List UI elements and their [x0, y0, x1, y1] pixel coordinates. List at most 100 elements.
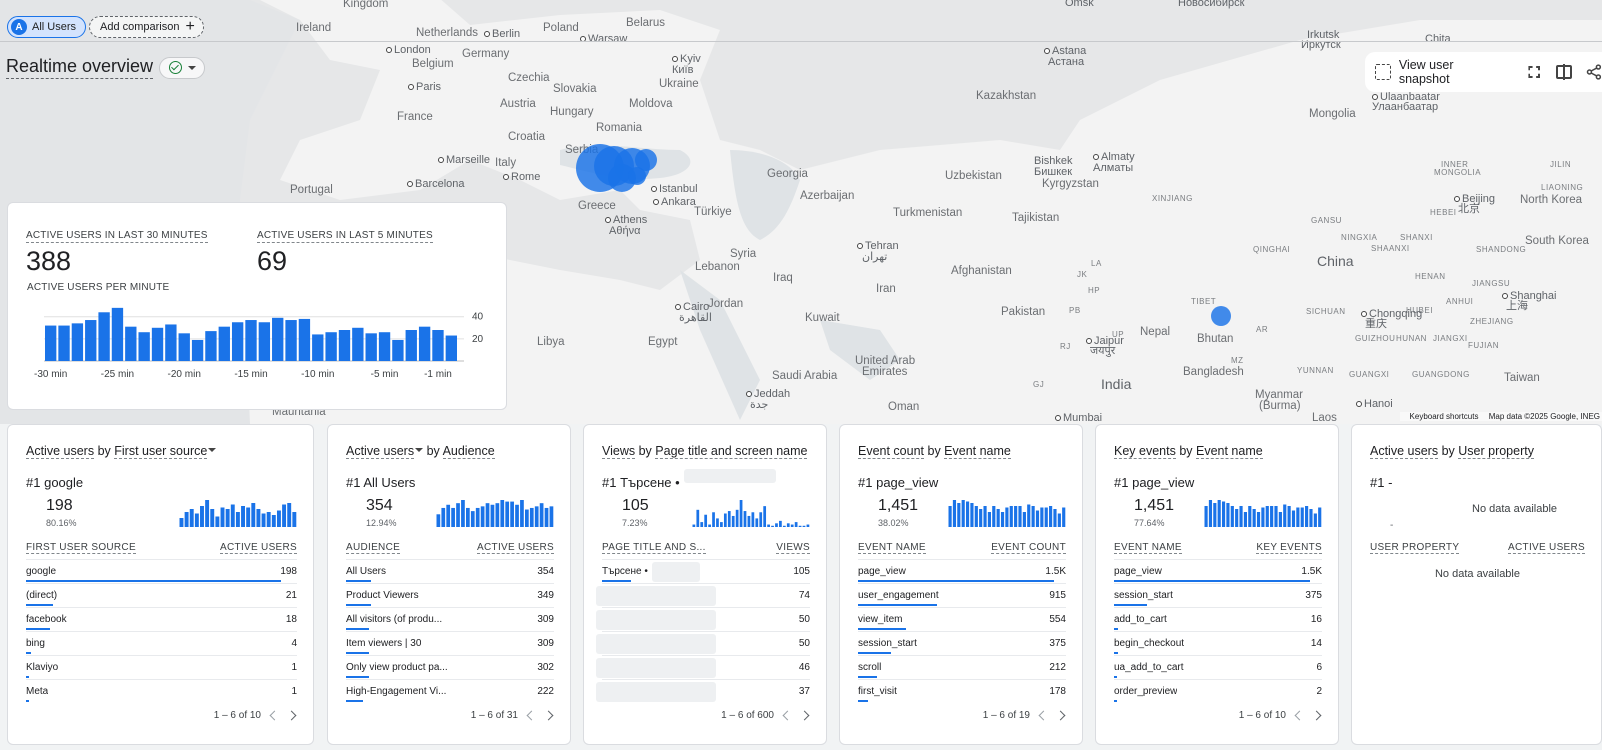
table-row[interactable]: begin_checkout 14 [1114, 631, 1322, 655]
table-row[interactable]: 50 [596, 631, 810, 655]
share-icon[interactable] [1586, 64, 1602, 80]
column-header-metric[interactable]: EVENT COUNT [991, 542, 1066, 554]
fullscreen-icon[interactable] [1528, 66, 1541, 78]
chevron-right-icon[interactable] [1311, 710, 1322, 721]
chart-bar[interactable] [218, 326, 230, 361]
chart-bar[interactable] [98, 312, 110, 361]
chart-bar[interactable] [85, 320, 97, 361]
card-title-dimension[interactable]: Active users [26, 444, 95, 459]
chart-bar[interactable] [151, 327, 164, 361]
chart-bar[interactable] [338, 330, 351, 361]
card-title-dimension[interactable]: Event name [1196, 444, 1263, 459]
table-row[interactable]: Item viewers | 30 309 [346, 631, 554, 655]
chart-bar[interactable] [352, 327, 364, 361]
table-row[interactable]: Klaviyo 1 [26, 655, 297, 679]
card-title-dimension[interactable]: User property [1458, 444, 1534, 459]
table-row[interactable]: Only view product pa... 302 [346, 655, 554, 679]
chart-bar[interactable] [365, 333, 377, 361]
table-row[interactable]: page_view 1.5K [858, 559, 1066, 583]
chart-bar[interactable] [258, 322, 271, 361]
column-header-dimension[interactable]: AUDIENCE [346, 542, 401, 554]
chart-bar[interactable] [445, 335, 457, 361]
chevron-left-icon[interactable] [526, 710, 537, 721]
chevron-right-icon[interactable] [799, 710, 810, 721]
table-row[interactable]: All Users 354 [346, 559, 554, 583]
table-row[interactable]: scroll 212 [858, 655, 1066, 679]
table-row[interactable]: Meta 1 [26, 679, 297, 703]
user-location-marker[interactable] [1211, 306, 1231, 326]
status-dropdown[interactable] [159, 56, 206, 79]
dropdown-caret-icon[interactable] [415, 448, 424, 452]
all-users-chip[interactable]: A All Users [7, 16, 87, 38]
chart-bar[interactable] [325, 332, 337, 361]
chart-bar[interactable] [191, 339, 204, 361]
chart-bar[interactable] [165, 324, 177, 361]
table-row[interactable]: High-Engagement Vi... 222 [346, 679, 554, 703]
card-title-dimension[interactable]: Event name [944, 444, 1011, 459]
user-location-marker[interactable] [628, 167, 646, 185]
chart-bar[interactable] [58, 325, 70, 361]
chart-bar[interactable] [111, 307, 124, 361]
table-row[interactable]: google 198 [26, 559, 297, 583]
table-row[interactable]: All visitors (of produ... 309 [346, 607, 554, 631]
table-row[interactable]: bing 4 [26, 631, 297, 655]
column-header-dimension[interactable]: EVENT NAME [1114, 542, 1182, 554]
chart-bar[interactable] [392, 339, 404, 361]
chart-bar[interactable] [178, 333, 190, 361]
table-row[interactable]: page_view 1.5K [1114, 559, 1322, 583]
table-row[interactable]: user_engagement 915 [858, 583, 1066, 607]
active-users-5min-label[interactable]: ACTIVE USERS IN LAST 5 MINUTES [257, 230, 433, 243]
card-title-dimension[interactable]: Active users [346, 444, 415, 459]
chart-bar[interactable] [205, 331, 217, 361]
table-row[interactable]: 50 [596, 607, 810, 631]
card-title-dimension[interactable]: Active users [1370, 444, 1439, 459]
table-row[interactable]: 37 [596, 679, 810, 703]
chart-bar[interactable] [418, 326, 431, 361]
table-row[interactable]: first_visit 178 [858, 679, 1066, 703]
column-header-metric[interactable]: VIEWS [776, 542, 810, 554]
chart-bar[interactable] [231, 322, 244, 361]
table-row[interactable]: Product Viewers 349 [346, 583, 554, 607]
card-title-dimension[interactable]: Views [602, 444, 636, 459]
table-row[interactable]: add_to_cart 16 [1114, 607, 1322, 631]
column-header-metric[interactable]: ACTIVE USERS [220, 542, 297, 554]
card-title-dimension[interactable]: Audience [442, 444, 495, 459]
chart-bar[interactable] [432, 330, 444, 361]
column-header-metric[interactable]: ACTIVE USERS [477, 542, 554, 554]
table-row[interactable]: facebook 18 [26, 607, 297, 631]
chevron-left-icon[interactable] [269, 710, 280, 721]
chevron-left-icon[interactable] [1038, 710, 1049, 721]
chart-bar[interactable] [125, 326, 137, 361]
table-row[interactable]: Търсене • 105 [602, 559, 810, 583]
chevron-right-icon[interactable] [543, 710, 554, 721]
active-users-per-minute-chart[interactable]: 20 40 -30 min -25 min -20 min -15 min -10 min -… [18, 299, 498, 391]
column-header-dimension[interactable]: PAGE TITLE AND S... [602, 542, 706, 554]
chart-bar[interactable] [378, 332, 391, 361]
chart-bar[interactable] [138, 332, 150, 361]
card-title-dimension[interactable]: Event count [858, 444, 925, 459]
column-header-dimension[interactable]: EVENT NAME [858, 542, 926, 554]
table-row[interactable]: 74 [596, 583, 810, 607]
column-header-metric[interactable]: KEY EVENTS [1256, 542, 1322, 554]
chart-bar[interactable] [298, 318, 311, 361]
view-user-snapshot-button[interactable]: View user snapshot [1375, 58, 1506, 86]
dropdown-caret-icon[interactable] [208, 448, 217, 452]
chevron-right-icon[interactable] [1055, 710, 1066, 721]
column-header-dimension[interactable]: FIRST USER SOURCE [26, 542, 136, 554]
table-row[interactable]: session_start 375 [1114, 583, 1322, 607]
chart-bar[interactable] [45, 325, 57, 361]
add-comparison-button[interactable]: Add comparison + [89, 16, 204, 38]
table-row[interactable]: session_start 375 [858, 631, 1066, 655]
table-row[interactable]: view_item 554 [858, 607, 1066, 631]
column-header-dimension[interactable]: USER PROPERTY [1370, 542, 1460, 554]
active-users-30min-label[interactable]: ACTIVE USERS IN LAST 30 MINUTES [26, 230, 208, 243]
chart-bar[interactable] [272, 317, 284, 361]
column-header-metric[interactable]: ACTIVE USERS [1508, 542, 1585, 554]
card-title-dimension[interactable]: Page title and screen name [655, 444, 808, 459]
keyboard-shortcuts-link[interactable]: Keyboard shortcuts [1410, 412, 1479, 421]
card-title-dimension[interactable]: First user source [114, 444, 208, 459]
chart-bar[interactable] [312, 334, 324, 361]
chevron-left-icon[interactable] [782, 710, 793, 721]
chart-bar[interactable] [245, 320, 257, 361]
chart-bar[interactable] [405, 330, 417, 361]
